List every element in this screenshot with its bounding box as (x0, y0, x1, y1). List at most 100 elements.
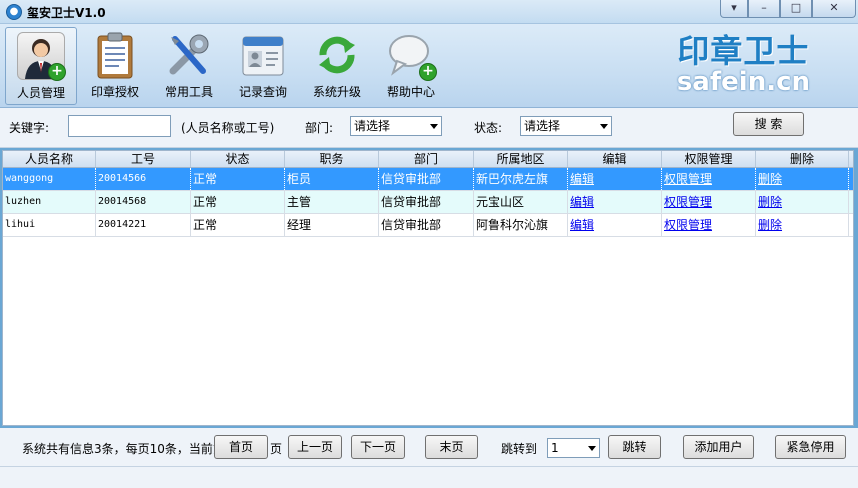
permission-link[interactable]: 权限管理 (664, 195, 712, 209)
cell-region: 新巴尔虎左旗 (474, 168, 568, 190)
window-menu-button[interactable]: ▾ (720, 0, 748, 18)
edit-link[interactable]: 编辑 (570, 195, 594, 209)
cell-region: 阿鲁科尔沁旗 (474, 214, 568, 236)
cell-id: 20014568 (96, 191, 191, 213)
tool-label: 帮助中心 (386, 85, 435, 99)
cell-id: 20014221 (96, 214, 191, 236)
main-toolbar: + 人员管理 印章授权 常用工具 记录查询 系统升级 + 帮助中心 印章卫士 s… (0, 24, 858, 108)
jump-button[interactable]: 跳转 (608, 435, 661, 459)
brand-logo: 印章卫士 safein.cn (677, 34, 810, 96)
department-select[interactable]: 请选择 (350, 116, 442, 136)
col-header-dept[interactable]: 部门 (379, 151, 474, 167)
cell-dept: 信贷审批部 (379, 191, 474, 213)
refresh-icon (313, 31, 361, 79)
id-card-icon (239, 31, 287, 79)
delete-link[interactable]: 删除 (758, 195, 782, 209)
search-button[interactable]: 搜 索 (733, 112, 804, 136)
next-page-button[interactable]: 下一页 (351, 435, 405, 459)
user-table: 人员名称 工号 状态 职务 部门 所属地区 编辑 权限管理 删除 wanggon… (2, 150, 854, 426)
minimize-button[interactable]: – (748, 0, 780, 18)
cell-role: 经理 (285, 214, 379, 236)
user-manage-icon: + (17, 32, 66, 81)
tool-record-query[interactable]: 记录查询 (227, 27, 299, 105)
chevron-down-icon (600, 124, 608, 129)
col-header-status[interactable]: 状态 (191, 151, 285, 167)
cell-role: 主管 (285, 191, 379, 213)
chevron-down-icon (588, 446, 596, 451)
tool-label: 印章授权 (90, 85, 139, 99)
chevron-down-icon (430, 124, 438, 129)
col-header-edit[interactable]: 编辑 (568, 151, 662, 167)
delete-link[interactable]: 删除 (758, 172, 782, 186)
delete-link[interactable]: 删除 (758, 218, 782, 232)
window-controls: ▾ – □ ✕ (720, 0, 856, 18)
col-header-permission[interactable]: 权限管理 (662, 151, 756, 167)
table-row[interactable]: luzhen 20014568 正常 主管 信贷审批部 元宝山区 编辑 权限管理… (3, 191, 853, 214)
cell-dept: 信贷审批部 (379, 214, 474, 236)
cell-id: 20014566 (96, 168, 191, 190)
keyword-input[interactable] (68, 115, 171, 137)
status-select-value: 请选择 (524, 119, 561, 133)
status-select[interactable]: 请选择 (520, 116, 612, 136)
emergency-disable-button[interactable]: 紧急停用 (775, 435, 846, 459)
col-header-name[interactable]: 人员名称 (3, 151, 96, 167)
col-header-role[interactable]: 职务 (285, 151, 379, 167)
add-badge-icon: + (419, 63, 437, 81)
cell-name: lihui (3, 214, 96, 236)
maximize-button[interactable]: □ (780, 0, 812, 18)
status-label: 状态: (474, 121, 503, 135)
last-page-button[interactable]: 末页 (425, 435, 478, 459)
tool-help-center[interactable]: + 帮助中心 (375, 27, 447, 105)
keyword-hint: (人员名称或工号) (181, 121, 275, 135)
add-badge-icon: + (48, 63, 66, 81)
cell-status: 正常 (191, 214, 285, 236)
title-bar: ● 玺安卫士V1.0 ▾ – □ ✕ (0, 0, 858, 24)
table-header: 人员名称 工号 状态 职务 部门 所属地区 编辑 权限管理 删除 (3, 151, 853, 168)
cell-name: luzhen (3, 191, 96, 213)
clipboard-icon (91, 31, 139, 79)
filter-bar: 关键字: (人员名称或工号) 部门: 请选择 状态: 请选择 搜 索 (0, 108, 858, 148)
tool-label: 系统升级 (312, 85, 361, 99)
logo-domain-text: safein.cn (676, 67, 810, 97)
chat-bubble-icon: + (387, 31, 437, 81)
prev-page-button[interactable]: 上一页 (288, 435, 342, 459)
cell-status: 正常 (191, 191, 285, 213)
close-button[interactable]: ✕ (812, 0, 856, 18)
tool-seal-auth[interactable]: 印章授权 (79, 27, 151, 105)
col-header-id[interactable]: 工号 (96, 151, 191, 167)
permission-link[interactable]: 权限管理 (664, 218, 712, 232)
pager-summary: 系统共有信息3条，每页10条，当前第1页 (22, 442, 214, 456)
tool-label: 常用工具 (164, 85, 213, 99)
tool-user-manage[interactable]: + 人员管理 (5, 27, 77, 105)
department-select-value: 请选择 (354, 119, 391, 133)
edit-link[interactable]: 编辑 (570, 218, 594, 232)
tool-label: 记录查询 (238, 85, 287, 99)
tool-system-upgrade[interactable]: 系统升级 (301, 27, 373, 105)
jump-label: 跳转到 (501, 442, 538, 456)
window-title: 玺安卫士V1.0 (27, 6, 106, 20)
logo-chinese-text: 印章卫士 (677, 32, 810, 70)
cell-region: 元宝山区 (474, 191, 568, 213)
app-shield-icon: ● (6, 4, 22, 20)
first-page-button[interactable]: 首页 (214, 435, 268, 459)
tool-label: 人员管理 (16, 86, 65, 100)
pager-page-suffix: 页 (270, 442, 283, 456)
keyword-label: 关键字: (9, 121, 50, 135)
cell-dept: 信贷审批部 (379, 168, 474, 190)
cell-name: wanggong (3, 168, 96, 190)
tool-common-tools[interactable]: 常用工具 (153, 27, 225, 105)
department-label: 部门: (305, 121, 334, 135)
status-bar (0, 466, 858, 488)
jump-page-value: 1 (551, 441, 559, 455)
tools-icon (165, 31, 213, 79)
edit-link[interactable]: 编辑 (570, 172, 594, 186)
permission-link[interactable]: 权限管理 (664, 172, 712, 186)
pager-bar: 系统共有信息3条，每页10条，当前第1页 首页 页 上一页 下一页 末页 跳转到… (0, 428, 858, 466)
col-header-region[interactable]: 所属地区 (474, 151, 568, 167)
jump-page-select[interactable]: 1 (547, 438, 600, 458)
add-user-button[interactable]: 添加用户 (683, 435, 754, 459)
cell-status: 正常 (191, 168, 285, 190)
col-header-delete[interactable]: 删除 (756, 151, 849, 167)
table-row[interactable]: wanggong 20014566 正常 柜员 信贷审批部 新巴尔虎左旗 编辑 … (3, 168, 853, 191)
table-row[interactable]: lihui 20014221 正常 经理 信贷审批部 阿鲁科尔沁旗 编辑 权限管… (3, 214, 853, 237)
